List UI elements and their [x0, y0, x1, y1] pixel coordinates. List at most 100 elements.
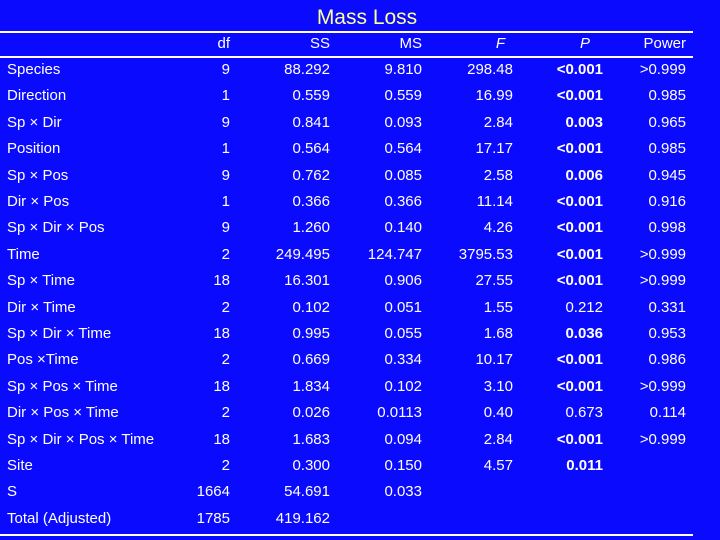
cell-ms: 0.033: [384, 483, 422, 501]
cell-ms: 124.747: [367, 245, 422, 263]
cell-p: 0.212: [565, 298, 603, 316]
cell-p: <0.001: [556, 219, 603, 237]
cell-ss: 0.564: [292, 140, 330, 158]
cell-f: 16.99: [475, 87, 513, 105]
table-row: Sp × Pos 9 0.762 0.085 2.58 0.006 0.945: [0, 165, 720, 187]
cell-ss: 16.301: [284, 272, 330, 290]
table-row: Position 1 0.564 0.564 17.17 <0.001 0.985: [0, 138, 720, 160]
cell-ms: 9.810: [384, 61, 422, 78]
cell-ss: 0.559: [292, 87, 330, 105]
table-title: Mass Loss: [316, 6, 418, 29]
cell-power: 0.965: [648, 113, 686, 131]
cell-df: 18: [213, 377, 230, 395]
cell-power: >0.999: [639, 430, 686, 448]
cell-f: 3795.53: [458, 245, 513, 263]
cell-f: 0.40: [483, 404, 513, 422]
table-row: Pos ×Time 2 0.669 0.334 10.17 <0.001 0.986: [0, 349, 720, 371]
cell-source: Total (Adjusted): [7, 509, 112, 527]
cell-ss: 419.162: [275, 509, 330, 527]
table-row: S 1664 54.691 0.033: [0, 481, 720, 503]
bottom-rule: [0, 534, 693, 536]
cell-ms: 0.366: [384, 193, 422, 210]
cell-df: 2: [221, 298, 230, 316]
cell-ms: 0.0113: [377, 404, 422, 422]
cell-source: Dir × Time: [7, 298, 76, 316]
cell-p: 0.036: [565, 325, 603, 342]
cell-source: Sp × Dir × Time: [7, 325, 112, 342]
cell-power: 0.114: [649, 404, 686, 422]
cell-f: 298.48: [467, 61, 513, 78]
cell-source: Sp × Dir: [7, 113, 62, 131]
cell-df: 1: [221, 87, 230, 105]
cell-df: 9: [221, 166, 230, 184]
cell-source: Dir × Pos: [7, 193, 70, 210]
cell-source: Site: [7, 457, 33, 474]
cell-ss: 0.762: [292, 166, 330, 184]
cell-p: <0.001: [556, 193, 603, 210]
table-row: Sp × Dir × Pos × Time 18 1.683 0.094 2.84 <0.…: [0, 429, 720, 451]
cell-ss: 0.366: [292, 193, 330, 210]
cell-ms: 0.085: [384, 166, 422, 184]
cell-ss: 0.300: [292, 457, 330, 474]
cell-df: 1: [221, 193, 230, 210]
cell-ms: 0.051: [384, 298, 422, 316]
cell-f: 1.55: [483, 298, 513, 316]
cell-p: 0.011: [566, 457, 603, 474]
cell-source: Position: [7, 140, 61, 158]
cell-ms: 0.094: [384, 430, 422, 448]
cell-p: 0.006: [565, 166, 603, 184]
header-p: P: [579, 35, 590, 52]
header-power: Power: [643, 35, 686, 52]
cell-source: Sp × Dir × Pos: [7, 219, 105, 237]
header-row: df SS MS F P Power: [0, 33, 720, 55]
cell-f: 1.68: [483, 325, 513, 342]
cell-ss: 88.292: [284, 61, 330, 78]
cell-ms: 0.150: [384, 457, 422, 474]
cell-ss: 0.995: [292, 325, 330, 342]
table-row: Species 9 88.292 9.810 298.48 <0.001 >0.999: [0, 59, 720, 81]
cell-df: 9: [221, 113, 230, 131]
cell-ms: 0.564: [384, 140, 422, 158]
cell-source: Sp × Pos × Time: [7, 377, 118, 395]
cell-p: <0.001: [556, 351, 603, 369]
cell-source: Species: [7, 61, 61, 78]
cell-p: <0.001: [556, 61, 603, 78]
cell-power: 0.985: [648, 87, 686, 105]
table-row: Sp × Time 18 16.301 0.906 27.55 <0.001 >0.999: [0, 270, 720, 292]
cell-ms: 0.093: [384, 113, 422, 131]
cell-p: <0.001: [556, 87, 603, 105]
cell-df: 18: [213, 430, 230, 448]
cell-power: >0.999: [639, 61, 686, 78]
cell-p: <0.001: [556, 245, 603, 263]
cell-df: 1785: [196, 509, 230, 527]
cell-p: 0.003: [565, 113, 603, 131]
cell-df: 18: [213, 272, 230, 290]
cell-ss: 54.691: [284, 483, 330, 501]
table-row: Sp × Dir × Time 18 0.995 0.055 1.68 0.036 0.95…: [0, 323, 720, 345]
cell-source: S: [7, 483, 18, 501]
cell-df: 1: [221, 140, 230, 158]
table-row: Dir × Pos 1 0.366 0.366 11.14 <0.001 0.916: [0, 191, 720, 213]
cell-df: 2: [221, 457, 230, 474]
cell-ms: 0.906: [384, 272, 422, 290]
table-row: Site 2 0.300 0.150 4.57 0.011: [0, 455, 720, 477]
cell-ss: 0.841: [292, 113, 330, 131]
cell-df: 2: [221, 245, 230, 263]
cell-p: <0.001: [556, 377, 603, 395]
cell-p: <0.001: [556, 430, 603, 448]
cell-ms: 0.055: [384, 325, 422, 342]
header-rule: [0, 56, 693, 58]
cell-source: Dir × Pos × Time: [7, 404, 119, 422]
table-row: Total (Adjusted) 1785 419.162: [0, 508, 720, 530]
cell-df: 9: [221, 61, 230, 78]
cell-ss: 1.260: [292, 219, 330, 237]
cell-ss: 0.102: [292, 298, 330, 316]
cell-df: 18: [213, 325, 230, 342]
cell-power: 0.998: [648, 219, 686, 237]
table-row: Direction 1 0.559 0.559 16.99 <0.001 0.985: [0, 85, 720, 107]
cell-power: 0.986: [648, 351, 686, 369]
cell-df: 1664: [196, 483, 230, 501]
cell-power: 0.945: [648, 166, 686, 184]
cell-f: 4.26: [483, 219, 513, 237]
cell-p: 0.673: [565, 404, 603, 422]
